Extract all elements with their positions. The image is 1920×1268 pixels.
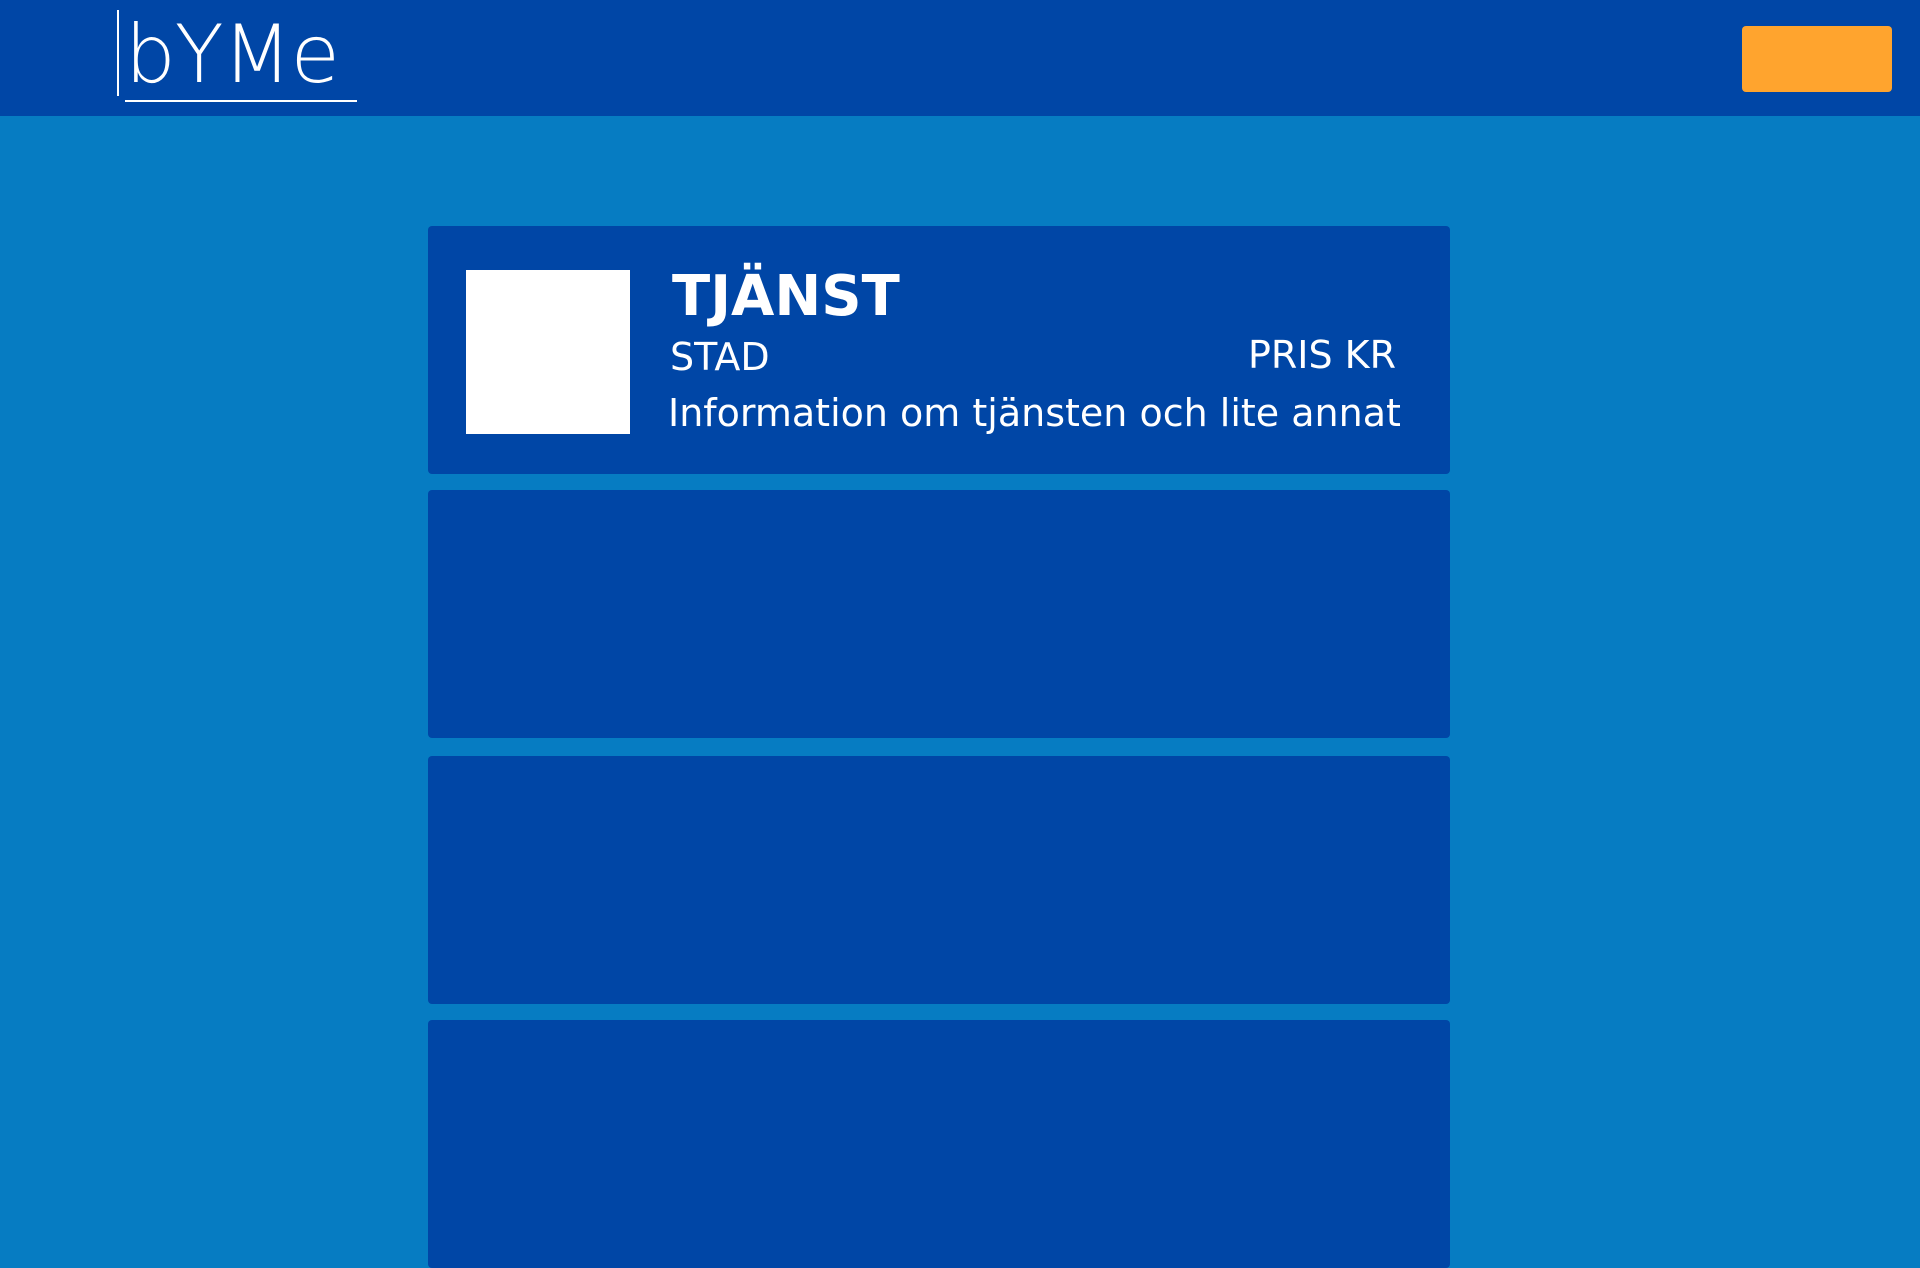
service-card-empty[interactable]: [428, 1020, 1450, 1268]
logo-underline: [125, 100, 357, 102]
top-bar: bYMe: [0, 0, 1920, 116]
header-action-button[interactable]: [1742, 26, 1892, 92]
service-card-empty[interactable]: [428, 490, 1450, 738]
service-city: STAD: [670, 335, 770, 379]
service-title: TJÄNST: [672, 264, 900, 329]
logo-text: bYMe: [125, 8, 340, 101]
service-thumbnail: [466, 270, 630, 434]
service-price: PRIS KR: [1247, 333, 1396, 377]
logo-divider: [117, 10, 119, 96]
service-description: Information om tjänsten och lite annat s…: [668, 391, 1408, 435]
service-card-empty[interactable]: [428, 756, 1450, 1004]
service-card[interactable]: TJÄNST STAD PRIS KR Information om tjäns…: [428, 226, 1450, 474]
